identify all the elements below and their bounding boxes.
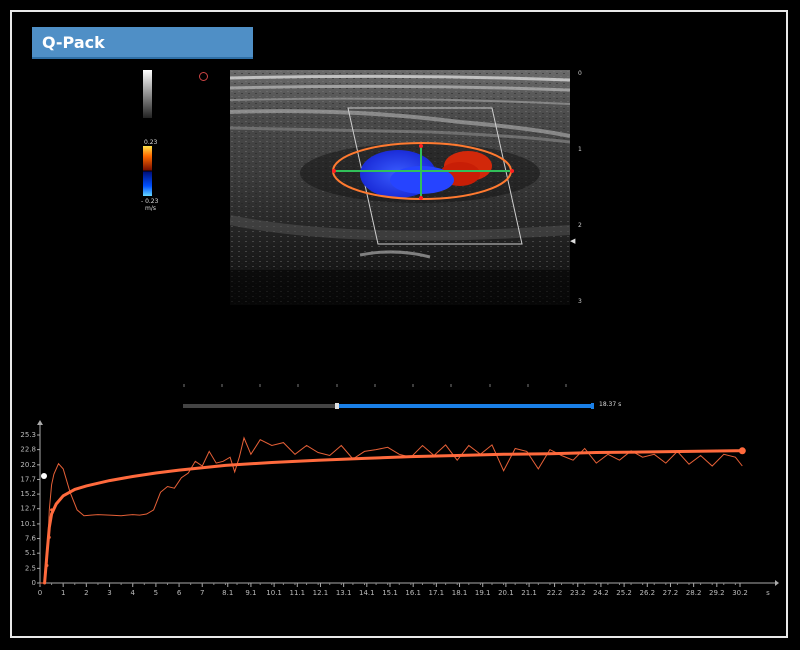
x-tick-label: 22.2 <box>547 589 563 597</box>
timeline-end-handle[interactable] <box>591 403 594 409</box>
timeline-progress <box>337 404 593 408</box>
x-axis-unit-label: s <box>766 589 770 597</box>
y-tick-label: 22.8 <box>20 446 36 454</box>
x-tick-label: 26.2 <box>639 589 655 597</box>
y-tick-label: 7.6 <box>25 535 37 543</box>
depth-label-1: 1 <box>578 146 582 153</box>
app-title: Q-Pack <box>32 27 253 59</box>
color-scale-min: - 0.23 <box>141 198 159 205</box>
x-tick-label: 27.2 <box>663 589 679 597</box>
x-tick-label: 30.2 <box>732 589 748 597</box>
x-tick-label: 14.1 <box>359 589 375 597</box>
x-tick-label: 2 <box>84 589 88 597</box>
x-tick-label: 13.1 <box>336 589 352 597</box>
y-tick-label: 2.5 <box>25 564 36 572</box>
depth-label-2: 2 <box>578 222 582 229</box>
x-tick-label: 6 <box>177 589 182 597</box>
y-tick-label: 0 <box>32 579 36 587</box>
tic-chart: 0 2.5 5.1 7.6 10.1 12.7 15.2 17.7 20.2 22.8 25.3 0 1… <box>20 420 779 597</box>
color-scale-unit: m/s <box>145 205 156 212</box>
depth-label-3: 3 <box>578 298 582 305</box>
y-tick-label: 12.7 <box>20 505 36 513</box>
timeline-time-label: 18.37 s <box>599 401 622 408</box>
y-tick-label: 5.1 <box>25 549 36 557</box>
y-axis-arrow-icon <box>37 420 43 425</box>
x-tick-label: 18.1 <box>452 589 468 597</box>
depth-label-0: 0 <box>578 70 582 77</box>
y-tick-label: 17.7 <box>20 475 36 483</box>
x-tick-label: 20.1 <box>498 589 514 597</box>
x-tick-label: 25.2 <box>616 589 632 597</box>
timeline-tick-marks <box>183 384 567 387</box>
arrival-marker <box>41 472 47 479</box>
y-tick-label: 10.1 <box>20 520 36 528</box>
x-tick-label: 19.1 <box>475 589 491 597</box>
data-point <box>47 535 51 539</box>
x-tick-label: 1 <box>61 589 65 597</box>
raw-intensity-curve <box>40 436 743 584</box>
x-tick-label: 17.1 <box>429 589 445 597</box>
x-tick-label: 8.1 <box>222 589 233 597</box>
x-tick-label: 9.1 <box>245 589 256 597</box>
data-point <box>50 508 54 512</box>
x-tick-label: 28.2 <box>686 589 702 597</box>
y-tick-label: 20.2 <box>20 461 36 469</box>
x-tick-label: 4 <box>130 589 135 597</box>
focus-marker-icon: ◀ <box>570 237 576 245</box>
y-tick-label: 15.2 <box>20 490 36 498</box>
y-tick-label: 25.3 <box>20 431 36 439</box>
x-tick-label: 3 <box>107 589 111 597</box>
probe-orientation-icon <box>199 72 208 81</box>
x-tick-label: 15.1 <box>382 589 398 597</box>
x-tick-label: 5 <box>154 589 158 597</box>
x-tick-label: 10.1 <box>266 589 282 597</box>
fit-end-point <box>738 447 746 455</box>
x-tick-label: 11.1 <box>289 589 305 597</box>
color-velocity-bar <box>143 146 152 196</box>
x-tick-label: 23.2 <box>570 589 586 597</box>
x-tick-label: 12.1 <box>313 589 329 597</box>
grayscale-bar <box>143 70 152 118</box>
x-tick-label: 24.2 <box>593 589 609 597</box>
x-axis-arrow-icon <box>775 580 779 586</box>
x-tick-label: 21.1 <box>521 589 537 597</box>
ultrasound-image[interactable] <box>228 70 571 309</box>
x-tick-label: 29.2 <box>709 589 725 597</box>
data-point <box>45 563 49 567</box>
fitted-curve <box>43 449 744 585</box>
x-tick-label: 7 <box>200 589 204 597</box>
x-tick-label: 0 <box>38 589 42 597</box>
timeline-playhead[interactable] <box>335 403 339 409</box>
x-tick-label: 16.1 <box>405 589 421 597</box>
color-scale-max: 0.23 <box>144 139 158 146</box>
